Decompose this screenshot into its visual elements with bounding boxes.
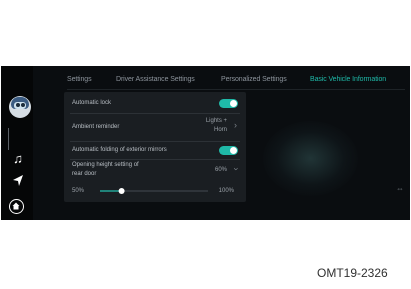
tab-driver-assistance[interactable]: Driver Assistance Settings <box>116 76 195 83</box>
home-icon[interactable] <box>9 199 24 214</box>
rear-door-height-slider-row: 50% 100% <box>64 182 246 200</box>
tab-basic-vehicle-info[interactable]: Basic Vehicle Information <box>310 76 386 83</box>
rail-divider <box>8 128 9 150</box>
rear-door-height-row[interactable]: Opening height setting of rear door 60% … <box>64 160 246 182</box>
infotainment-screen: ♫ Settings Driver Assistance Settings Pe… <box>1 66 410 220</box>
mirror-folding-label: Automatic folding of exterior mirrors <box>72 147 167 153</box>
ambient-reminder-label: Ambient reminder <box>72 124 120 130</box>
auto-lock-row: Automatic lock <box>64 92 246 112</box>
ambient-reminder-value-line1: Lights + <box>205 118 227 124</box>
slider-knob <box>118 188 125 194</box>
slider-max-label: 100% <box>218 188 234 194</box>
chevron-down-icon[interactable]: › <box>232 168 242 171</box>
ambient-reminder-value-line2: Horn <box>213 127 227 133</box>
background-glow <box>263 121 358 196</box>
chevron-right-icon: › <box>234 120 237 130</box>
slider-min-label: 50% <box>72 188 85 194</box>
side-panel-handle[interactable]: ⇔ <box>396 184 404 193</box>
mirror-folding-row: Automatic folding of exterior mirrors <box>64 142 246 158</box>
auto-lock-label: Automatic lock <box>72 100 112 106</box>
mirror-folding-toggle[interactable] <box>219 146 238 155</box>
rear-door-height-slider[interactable] <box>98 187 210 195</box>
music-note-icon[interactable]: ♫ <box>10 151 26 167</box>
assistant-avatar-icon[interactable] <box>9 96 31 118</box>
settings-panel: Automatic lock Ambient reminder Lights +… <box>64 92 246 202</box>
rear-door-label-line2: rear door <box>72 171 97 177</box>
settings-tabs: Settings Driver Assistance Settings Pers… <box>67 76 410 88</box>
auto-lock-toggle[interactable] <box>219 99 238 108</box>
tab-divider <box>67 89 405 90</box>
navigation-arrow-icon[interactable] <box>10 174 26 190</box>
figure-caption: OMT19-2326 <box>317 266 388 280</box>
tab-settings[interactable]: Settings <box>67 76 92 83</box>
tab-personalized[interactable]: Personalized Settings <box>221 76 287 83</box>
rear-door-height-value: 60% <box>214 167 227 173</box>
rear-door-label-line1: Opening height setting of <box>72 162 139 168</box>
ambient-reminder-row[interactable]: Ambient reminder Lights + Horn › <box>64 114 246 140</box>
left-rail: ♫ <box>1 66 33 220</box>
